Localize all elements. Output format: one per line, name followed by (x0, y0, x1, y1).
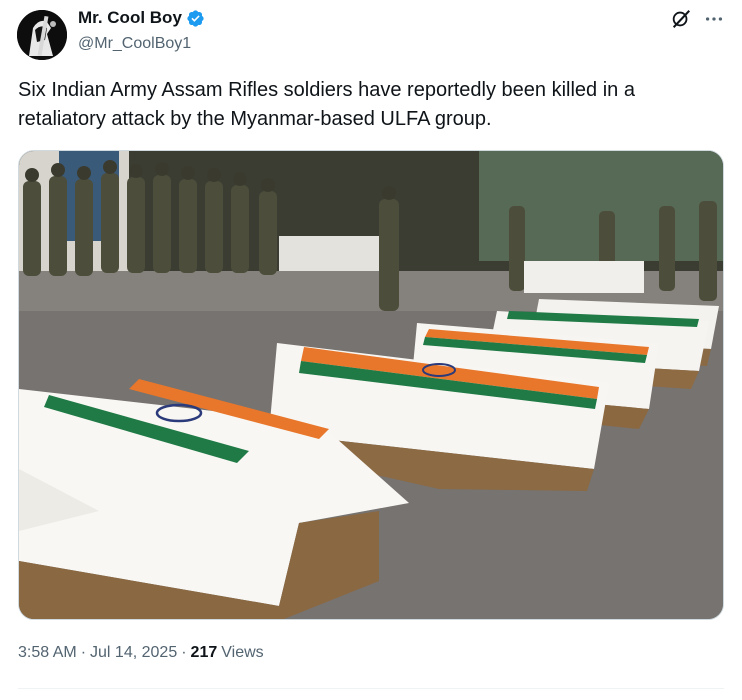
author-name[interactable]: Mr. Cool Boy (78, 8, 182, 28)
divider (18, 688, 724, 689)
tweet-meta: 3:58 AM · Jul 14, 2025 · 217 Views (18, 644, 264, 662)
coffins-photo (19, 151, 723, 619)
more-icon[interactable] (703, 8, 725, 30)
verified-badge-icon[interactable] (186, 9, 205, 28)
author-name-row: Mr. Cool Boy (78, 8, 205, 28)
author-handle[interactable]: @Mr_CoolBoy1 (78, 35, 191, 53)
tweet-time[interactable]: 3:58 AM (18, 644, 77, 662)
views-label: Views (221, 644, 264, 661)
avatar[interactable] (17, 10, 67, 60)
tweet-text: Six Indian Army Assam Rifles soldiers ha… (18, 79, 635, 130)
views-count: 217 (190, 644, 218, 661)
avatar-image (17, 10, 67, 60)
meta-separator: · (80, 644, 87, 661)
tweet-date[interactable]: Jul 14, 2025 (90, 644, 177, 662)
tweet-media-image[interactable] (18, 150, 724, 620)
grok-icon[interactable] (670, 8, 692, 30)
meta-separator: · (181, 644, 187, 661)
